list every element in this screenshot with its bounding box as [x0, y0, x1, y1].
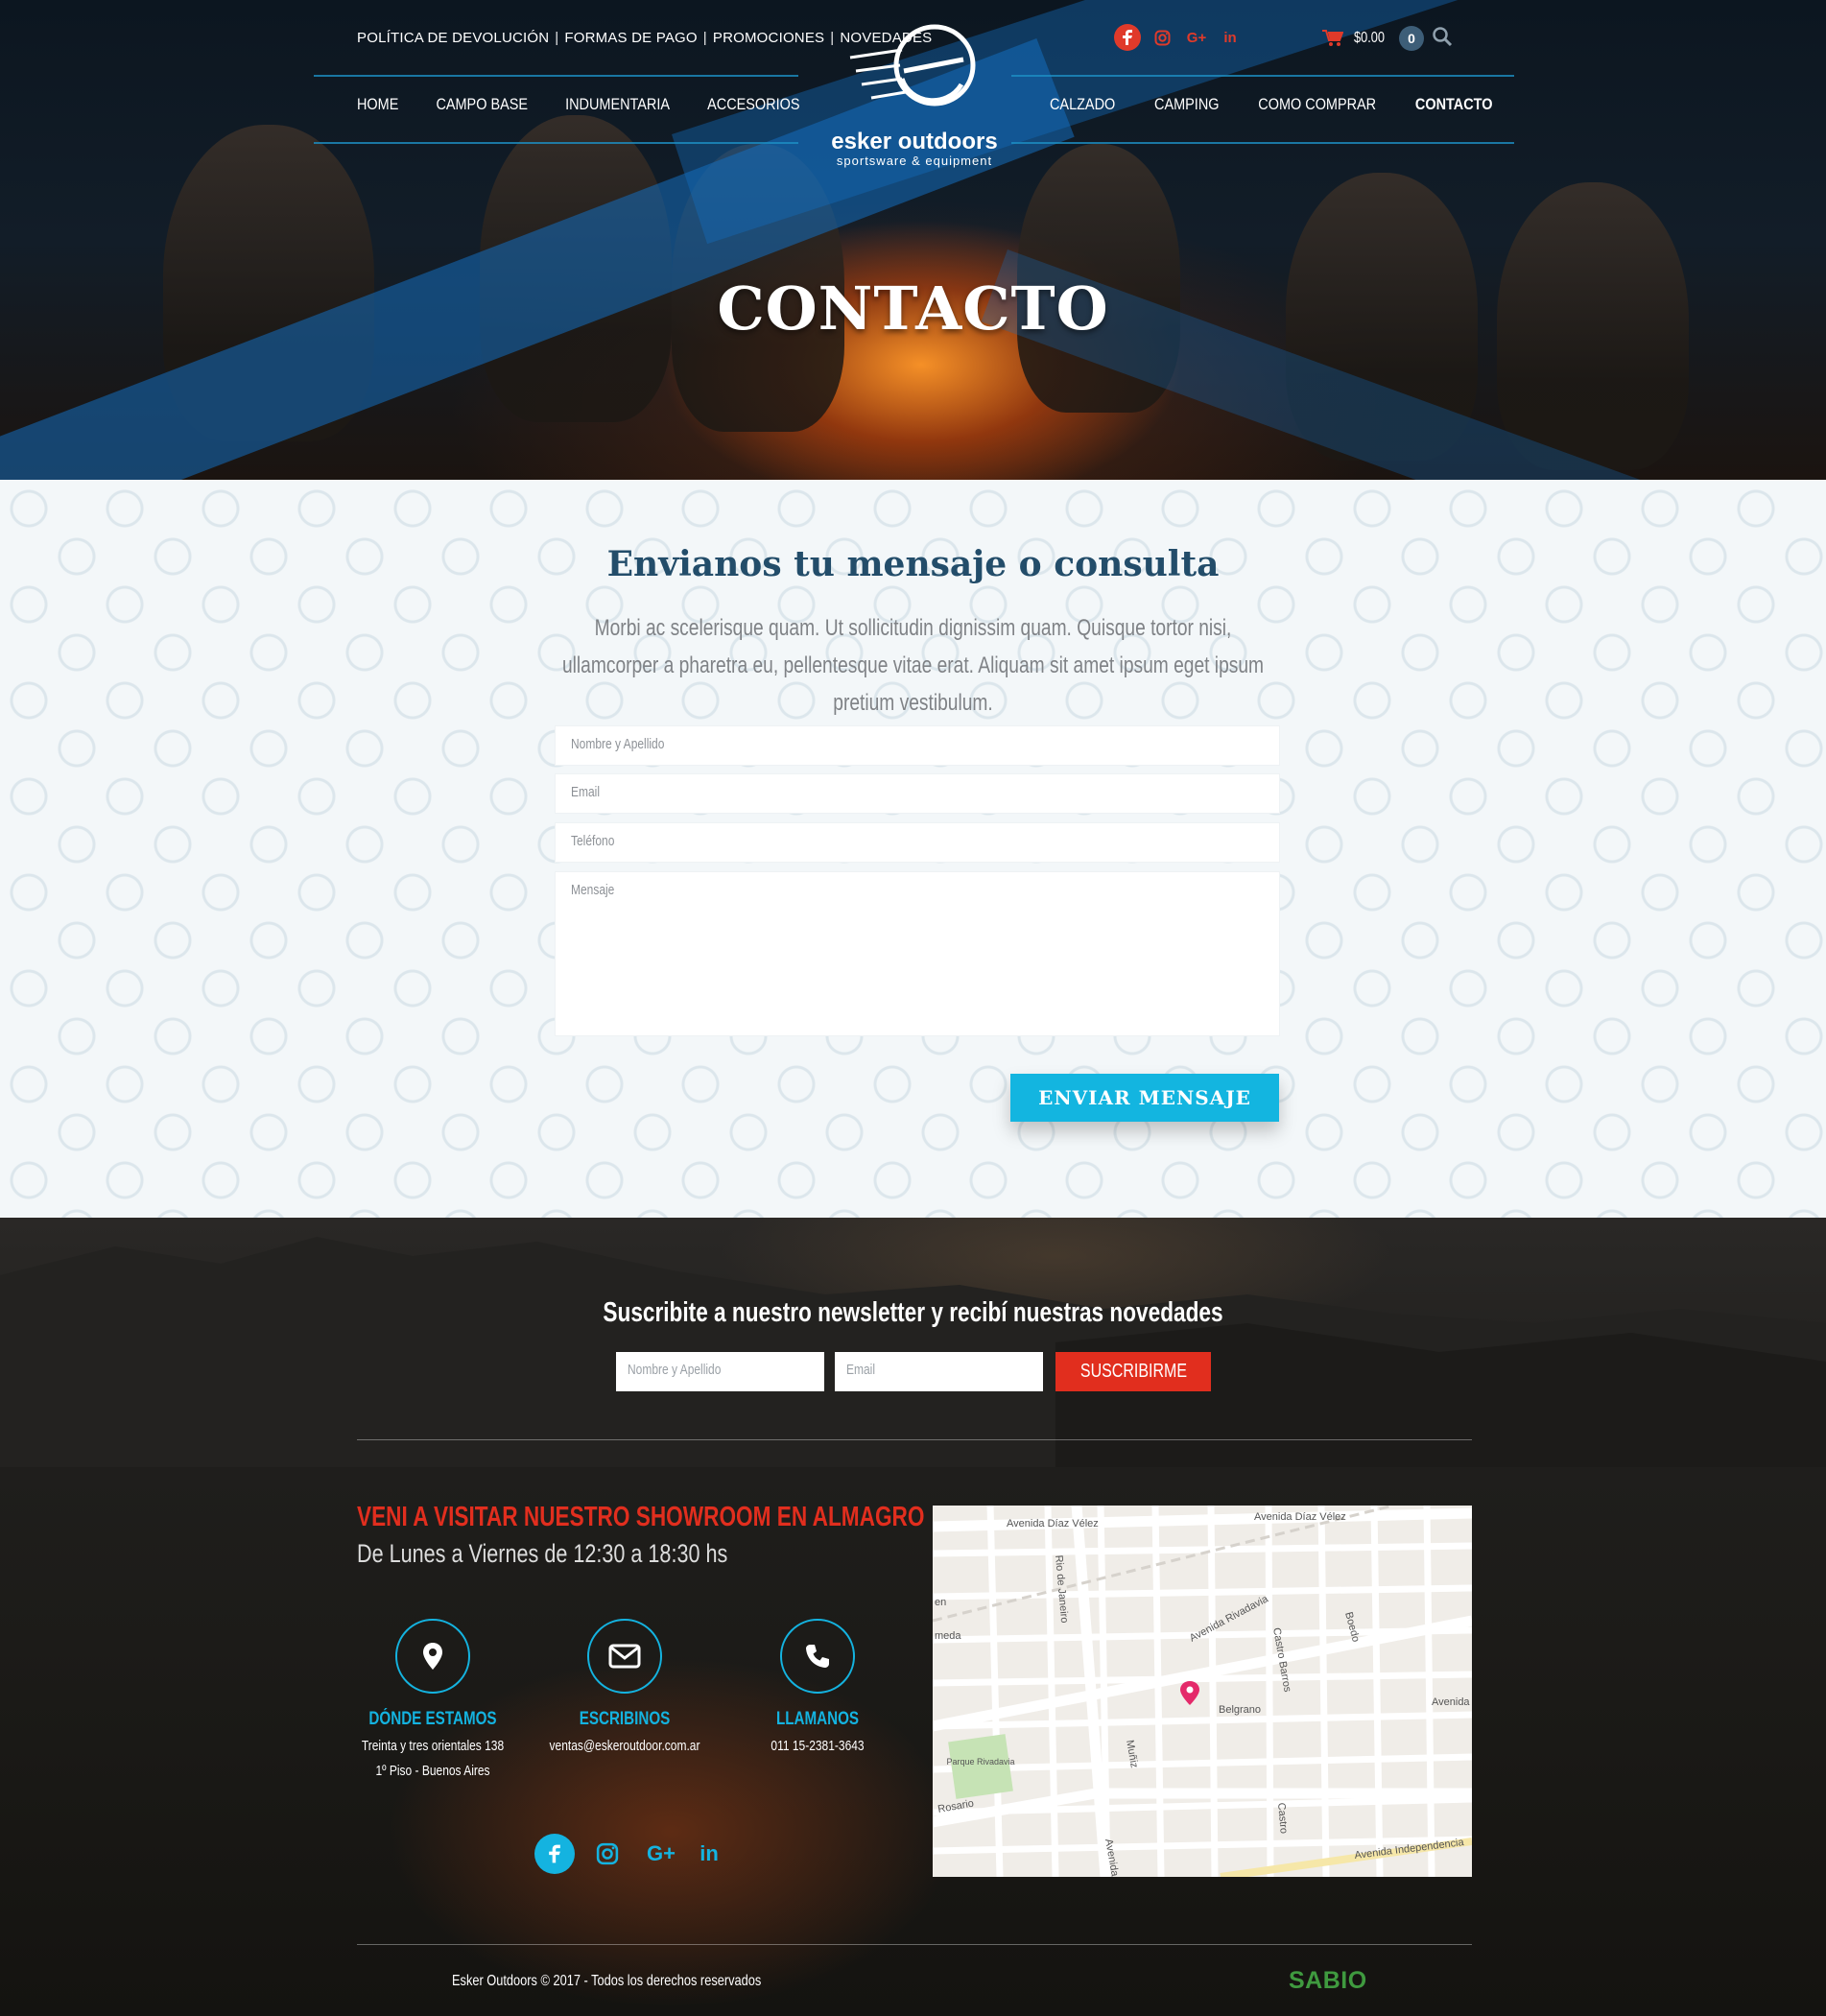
- nav-line-top-right: [1011, 75, 1514, 77]
- map-street-label: Avenida Díaz Vélez: [1007, 1518, 1099, 1530]
- subscribe-button[interactable]: SUSCRIBIRME: [1055, 1352, 1211, 1391]
- main-nav-left: HOME CAMPO BASE INDUMENTARIA ACCESORIOS: [357, 95, 799, 114]
- location-line-1: Treinta y tres orientales 138: [361, 1738, 505, 1754]
- nav-indumentaria[interactable]: INDUMENTARIA: [565, 95, 670, 114]
- location-line-2: 1º Piso - Buenos Aires: [375, 1763, 490, 1779]
- top-link-formas-de-pago[interactable]: FORMAS DE PAGO: [564, 30, 697, 46]
- map-canvas: Avenida Díaz Vélez Avenida Díaz Vélez Ri…: [933, 1506, 1472, 1877]
- cart-icon: [1322, 30, 1343, 46]
- top-link-promociones[interactable]: PROMOCIONES: [713, 30, 824, 46]
- footer-divider-bottom: [357, 1944, 1472, 1945]
- showroom-hours: De Lunes a Viernes de 12:30 a 18:30 hs: [357, 1539, 728, 1568]
- instagram-icon[interactable]: [593, 1834, 622, 1874]
- google-plus-icon[interactable]: G+: [644, 1834, 678, 1874]
- instagram-icon[interactable]: [1150, 25, 1174, 50]
- newsletter-email-placeholder: Email: [846, 1362, 876, 1378]
- message-field-placeholder: Mensaje: [571, 882, 615, 898]
- facebook-icon[interactable]: [534, 1834, 575, 1874]
- newsletter-title: Suscribite a nuestro newsletter y recibí…: [603, 1297, 1223, 1328]
- info-phone: LLAMANOS 011 15-2381-3643: [722, 1619, 913, 1759]
- nav-como-comprar[interactable]: COMO COMPRAR: [1258, 95, 1376, 114]
- phone-number[interactable]: 011 15-2381-3643: [741, 1734, 894, 1759]
- logo-tagline: sportsware & equipment: [836, 154, 993, 168]
- cart-button[interactable]: $0.00 0: [1322, 26, 1425, 51]
- contact-title: Envianos tu mensaje o consulta: [606, 544, 1220, 584]
- nav-line-bottom-left: [314, 142, 798, 144]
- phone-circle[interactable]: [780, 1619, 855, 1694]
- nav-line-bottom-right: [1011, 142, 1514, 144]
- location-circle: [395, 1619, 470, 1694]
- page-title: CONTACTO: [717, 273, 1109, 344]
- map-street-label: Belgrano: [1219, 1704, 1261, 1716]
- contact-section: Envianos tu mensaje o consulta Morbi ac …: [0, 480, 1826, 1218]
- send-message-button[interactable]: ENVIAR MENSAJE: [1010, 1074, 1279, 1122]
- phone-field[interactable]: Teléfono: [555, 822, 1280, 863]
- nav-contacto[interactable]: CONTACTO: [1415, 95, 1493, 114]
- map-street-label: en: [935, 1597, 946, 1608]
- phone-icon: [806, 1645, 829, 1668]
- copyright: Esker Outdoors © 2017 - Todos los derech…: [452, 1973, 762, 1989]
- nav-home[interactable]: HOME: [357, 95, 398, 114]
- mail-address[interactable]: ventas@eskeroutdoor.com.ar: [548, 1734, 701, 1759]
- email-field-placeholder: Email: [571, 784, 601, 800]
- message-field[interactable]: Mensaje: [555, 871, 1280, 1036]
- name-field[interactable]: Nombre y Apellido: [555, 725, 1280, 766]
- logo-name: esker outdoors: [831, 129, 998, 154]
- logo[interactable]: esker outdoors sportsware & equipment: [825, 21, 1004, 175]
- name-field-placeholder: Nombre y Apellido: [571, 736, 665, 752]
- location-title: DÓNDE ESTAMOS: [368, 1709, 497, 1729]
- nav-calzado[interactable]: CALZADO: [1050, 95, 1115, 114]
- showroom-title: VENI A VISITAR NUESTRO SHOWROOM EN ALMAG…: [357, 1502, 925, 1532]
- map-pin-icon: [423, 1643, 442, 1670]
- linkedin-icon[interactable]: in: [1218, 25, 1243, 50]
- nav-accesorios[interactable]: ACCESORIOS: [707, 95, 799, 114]
- linkedin-icon[interactable]: in: [695, 1834, 723, 1874]
- cart-total: $0.00: [1354, 30, 1386, 46]
- facebook-icon[interactable]: [1114, 24, 1141, 51]
- subscribe-button-label: SUSCRIBIRME: [1079, 1361, 1187, 1382]
- email-field[interactable]: Email: [555, 773, 1280, 814]
- info-location: DÓNDE ESTAMOS Treinta y tres orientales …: [337, 1619, 529, 1784]
- map-street-label: meda: [935, 1630, 961, 1642]
- phone-field-placeholder: Teléfono: [571, 833, 615, 849]
- envelope-icon: [608, 1644, 641, 1669]
- mountain-silhouette: [0, 1237, 1826, 1467]
- search-icon[interactable]: [1432, 26, 1453, 47]
- footer: Suscribite a nuestro newsletter y recibí…: [0, 1218, 1826, 2016]
- credit-logo[interactable]: SABIO: [1289, 1967, 1367, 1995]
- map-street-label: Avenida Díaz Vélez: [1254, 1511, 1346, 1523]
- newsletter-name-placeholder: Nombre y Apellido: [628, 1362, 722, 1378]
- nav-camping[interactable]: CAMPING: [1154, 95, 1219, 114]
- newsletter-email-input[interactable]: Email: [835, 1352, 1043, 1391]
- footer-divider-top: [357, 1439, 1472, 1440]
- logo-mark-icon: [849, 24, 976, 107]
- phone-title: LLAMANOS: [775, 1709, 860, 1729]
- mail-circle[interactable]: [587, 1619, 662, 1694]
- top-link-devolucion[interactable]: POLÍTICA DE DEVOLUCIÓN: [357, 30, 549, 46]
- cart-count-badge: 0: [1399, 26, 1425, 51]
- nav-line-top-left: [314, 75, 798, 77]
- newsletter-name-input[interactable]: Nombre y Apellido: [616, 1352, 824, 1391]
- nav-campo-base[interactable]: CAMPO BASE: [436, 95, 528, 114]
- google-plus-icon[interactable]: G+: [1184, 25, 1209, 50]
- hero-banner: POLÍTICA DE DEVOLUCIÓN | FORMAS DE PAGO …: [0, 0, 1826, 480]
- map-street-label: Avenida: [1432, 1696, 1470, 1708]
- info-mail: ESCRIBINOS ventas@eskeroutdoor.com.ar: [529, 1619, 721, 1759]
- map-park-label: Parque Rivadavia: [946, 1757, 1014, 1767]
- location-map[interactable]: Avenida Díaz Vélez Avenida Díaz Vélez Ri…: [933, 1506, 1472, 1877]
- mail-title: ESCRIBINOS: [579, 1709, 671, 1729]
- contact-description: Morbi ac scelerisque quam. Ut sollicitud…: [561, 615, 1265, 716]
- main-nav-right: CALZADO CAMPING COMO COMPRAR CONTACTO: [1050, 95, 1492, 114]
